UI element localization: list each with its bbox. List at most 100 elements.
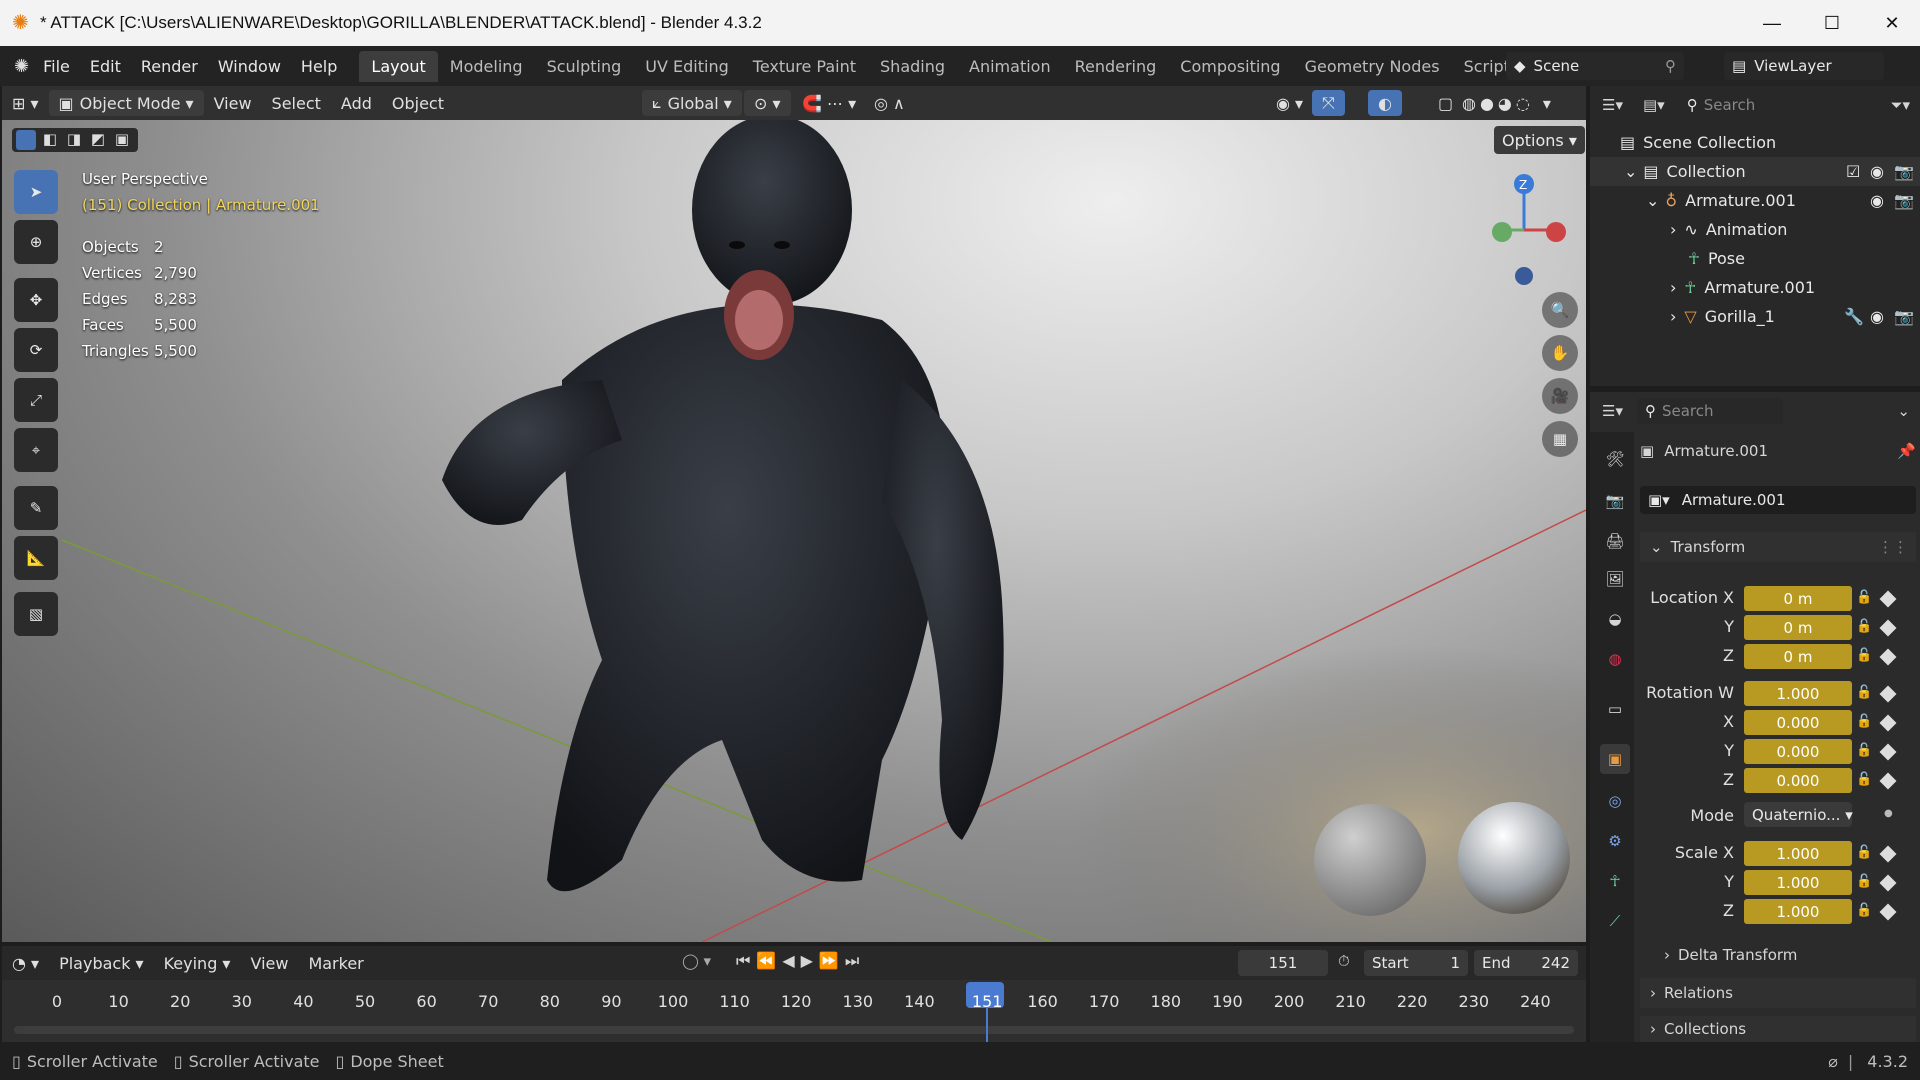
location-z-field[interactable]: 0 m <box>1744 644 1852 669</box>
lock-icon[interactable]: 🔓 <box>1856 903 1874 921</box>
menu-object[interactable]: Object <box>382 90 454 116</box>
physics-tab-icon[interactable]: ◎ <box>1600 786 1630 816</box>
record-icon[interactable]: ◯ ▾ <box>682 952 711 970</box>
gizmo-neg-z-axis[interactable] <box>1515 267 1533 285</box>
bone-tab-icon[interactable]: ⟋ <box>1600 906 1630 936</box>
checkbox-icon[interactable]: ☑ <box>1846 162 1860 181</box>
select-intersect-icon[interactable]: ▣ <box>112 130 132 150</box>
object-datablock-field[interactable]: ▣▾ Armature.001 <box>1640 486 1916 514</box>
end-frame-field[interactable]: End 242 <box>1474 950 1578 976</box>
options-dropdown[interactable]: Options ▾ <box>1494 126 1585 154</box>
menu-edit[interactable]: Edit <box>80 57 131 76</box>
annotate-tool-icon[interactable]: ✎ <box>14 486 58 530</box>
lock-icon[interactable]: 🔓 <box>1856 619 1874 637</box>
minimize-button[interactable]: — <box>1742 0 1802 46</box>
scale-y-field[interactable]: 1.000 <box>1744 870 1852 895</box>
chevron-down-icon[interactable]: ⌄ <box>1624 162 1637 181</box>
camera-icon[interactable]: 📷 <box>1894 162 1914 181</box>
lock-icon[interactable]: 🔓 <box>1856 685 1874 703</box>
zoom-icon[interactable]: 🔍 <box>1542 292 1578 328</box>
eye-icon[interactable]: ◉ <box>1870 191 1884 210</box>
gizmo-toggle-icon[interactable]: ⤧ <box>1312 90 1345 116</box>
world-tab-icon[interactable]: ◍ <box>1600 644 1630 674</box>
menu-select[interactable]: Select <box>262 90 331 116</box>
menu-render[interactable]: Render <box>131 57 208 76</box>
lock-icon[interactable]: 🔓 <box>1856 648 1874 666</box>
gizmo-y-axis[interactable] <box>1492 222 1512 242</box>
timeline-scrollbar[interactable] <box>14 1026 1574 1034</box>
orientation-dropdown[interactable]: ⟀ Global ▾ <box>642 90 742 116</box>
editor-type-icon[interactable]: ⊞ ▾ <box>2 90 49 116</box>
menu-view[interactable]: View <box>204 90 262 116</box>
chevron-down-icon[interactable]: ⌄ <box>1646 191 1659 210</box>
scale-tool-icon[interactable]: ⤢ <box>14 378 58 422</box>
view-layer-tab-icon[interactable]: 🖼 <box>1600 564 1630 594</box>
select-extend-icon[interactable]: ◧ <box>40 130 60 150</box>
camera-icon[interactable]: 📷 <box>1894 307 1914 326</box>
select-tool-icon[interactable]: ➤ <box>14 170 58 214</box>
add-cube-tool-icon[interactable]: ▧ <box>14 592 58 636</box>
rotation-y-field[interactable]: 0.000 <box>1744 739 1852 764</box>
tab-texture-paint[interactable]: Texture Paint <box>741 51 868 82</box>
scene-tab-icon[interactable]: ◒ <box>1600 604 1630 634</box>
rotation-x-field[interactable]: 0.000 <box>1744 710 1852 735</box>
properties-search-input[interactable]: ⚲ Search <box>1636 398 1783 424</box>
select-box-icon[interactable] <box>16 130 36 150</box>
menu-timeline-view[interactable]: View <box>240 950 298 976</box>
tab-animation[interactable]: Animation <box>957 51 1063 82</box>
transform-panel-header[interactable]: ⌄ Transform ⋮⋮ <box>1640 532 1916 562</box>
menu-window[interactable]: Window <box>208 57 291 76</box>
3d-viewport[interactable]: Z ◧ ◨ ◩ ▣ ➤ ⊕ ✥ ⟳ ⤢ ⌖ ✎ 📐 ▧ User Perspec… <box>2 120 1586 942</box>
viewlayer-selector[interactable]: ▤ ViewLayer <box>1724 52 1884 80</box>
render-tab-icon[interactable]: 📷 <box>1600 486 1630 516</box>
pin-icon[interactable]: ⚲ <box>1665 57 1676 75</box>
chevron-right-icon[interactable]: › <box>1670 220 1676 239</box>
rotation-z-field[interactable]: 0.000 <box>1744 768 1852 793</box>
outliner-search-input[interactable]: ⚲ Search <box>1678 92 1821 118</box>
scene-selector[interactable]: ◆ Scene ⚲ <box>1506 52 1684 80</box>
drag-handle-icon[interactable]: ⋮⋮ <box>1878 538 1908 556</box>
select-invert-icon[interactable]: ◩ <box>88 130 108 150</box>
select-subtract-icon[interactable]: ◨ <box>64 130 84 150</box>
lock-icon[interactable]: 🔓 <box>1856 845 1874 863</box>
object-tab-icon[interactable]: ▣ <box>1600 744 1630 774</box>
constraints-tab-icon[interactable]: ⚙ <box>1600 826 1630 856</box>
tab-rendering[interactable]: Rendering <box>1063 51 1169 82</box>
menu-marker[interactable]: Marker <box>298 950 373 976</box>
chevron-down-icon[interactable]: ⌄ <box>1897 402 1910 420</box>
relations-header[interactable]: › Relations <box>1640 978 1916 1008</box>
filter-icon[interactable]: ⏷▾ <box>1890 96 1910 114</box>
outliner-row-armature-data[interactable]: › ☥ Armature.001 <box>1590 273 1920 302</box>
lock-icon[interactable]: 🔓 <box>1856 772 1874 790</box>
tab-layout[interactable]: Layout <box>359 50 438 82</box>
chevron-right-icon[interactable]: › <box>1670 307 1676 326</box>
blender-menu-icon[interactable]: ✺ <box>14 56 29 77</box>
gizmo-x-axis[interactable] <box>1546 222 1566 242</box>
modifier-wrench-icon[interactable]: 🔧 <box>1844 307 1864 326</box>
location-y-field[interactable]: 0 m <box>1744 615 1852 640</box>
outliner-row-gorilla[interactable]: › ▽ Gorilla_1 🔧 ◉ 📷 <box>1590 302 1920 331</box>
current-frame-field[interactable]: 151 <box>1238 950 1328 976</box>
rotation-mode-dropdown[interactable]: Quaternio... ▾ <box>1744 802 1853 827</box>
cursor-tool-icon[interactable]: ⊕ <box>14 220 58 264</box>
camera-view-icon[interactable]: 🎥 <box>1542 378 1578 414</box>
output-tab-icon[interactable]: 🖨 <box>1600 526 1630 556</box>
chevron-right-icon[interactable]: › <box>1670 278 1676 297</box>
lock-icon[interactable]: 🔓 <box>1856 714 1874 732</box>
collection-tab-icon[interactable]: ▭ <box>1600 694 1630 724</box>
visibility-icon[interactable]: ◉ ▾ <box>1266 90 1313 116</box>
close-button[interactable]: ✕ <box>1862 0 1920 46</box>
scale-x-field[interactable]: 1.000 <box>1744 841 1852 866</box>
pan-hand-icon[interactable]: ✋ <box>1542 335 1578 371</box>
playback-controls[interactable]: ⏮⏪◀▶⏩⏭ <box>736 951 865 971</box>
object-mode-dropdown[interactable]: ▣ Object Mode ▾ <box>48 90 204 116</box>
tab-geometry-nodes[interactable]: Geometry Nodes <box>1293 51 1452 82</box>
outliner-editor-icon[interactable]: ☰▾ <box>1596 96 1629 114</box>
eye-icon[interactable]: ◉ <box>1870 307 1884 326</box>
tab-modeling[interactable]: Modeling <box>438 51 535 82</box>
outliner-row-scene-collection[interactable]: ▤ Scene Collection <box>1590 128 1920 157</box>
ortho-grid-icon[interactable]: ▦ <box>1542 421 1578 457</box>
maximize-button[interactable]: ☐ <box>1802 0 1862 46</box>
measure-tool-icon[interactable]: 📐 <box>14 536 58 580</box>
delta-transform-header[interactable]: › Delta Transform <box>1640 940 1916 970</box>
